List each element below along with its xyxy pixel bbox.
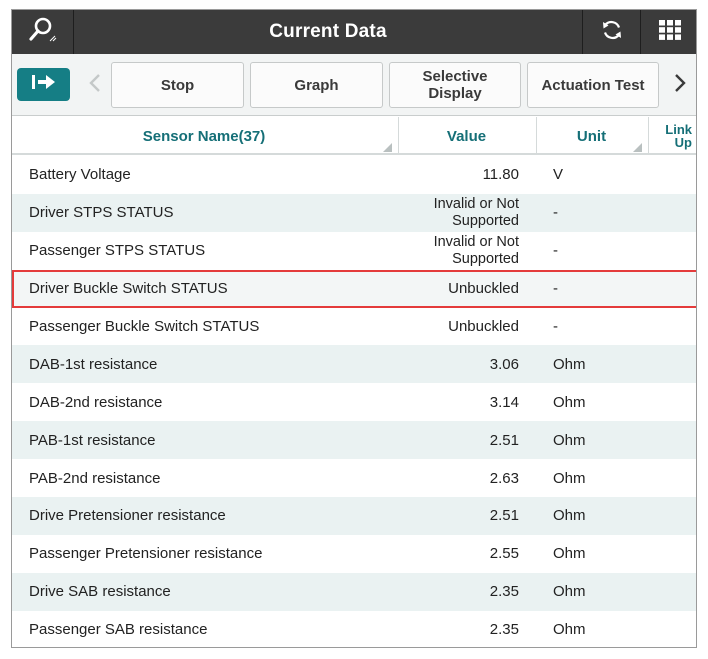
graph-button[interactable]: Graph [250,62,383,108]
table-row[interactable]: Battery Voltage 11.80 V [12,156,696,194]
sensor-value: 3.14 [489,393,519,411]
exit-arrow-icon [31,74,56,95]
sensor-value: 3.06 [489,355,519,373]
sensor-name: Passenger Buckle Switch STATUS [29,318,260,335]
table-row[interactable]: Passenger STPS STATUS Invalid or Not Sup… [12,232,696,270]
sensor-value: Invalid or Not Supported [400,232,519,270]
table-header: Sensor Name(37) Value Unit Link Up [12,117,696,155]
toolbar: Stop Graph Selective Display Actuation T… [12,54,696,116]
sensor-unit: - [553,204,558,222]
table-row[interactable]: Passenger Buckle Switch STATUS Unbuckled… [12,308,696,346]
column-header-unit[interactable]: Unit [536,117,646,155]
grid-menu-button[interactable] [640,10,696,54]
sensor-value: 2.51 [489,431,519,449]
sensor-value: 2.35 [489,583,519,601]
sensor-unit: - [553,242,558,260]
table-row-selected[interactable]: Driver Buckle Switch STATUS Unbuckled - [12,269,696,308]
table-row[interactable]: Passenger Pretensioner resistance 2.55 O… [12,535,696,573]
title-bar: Current Data [12,10,696,54]
sensor-unit: Ohm [553,507,586,525]
sensor-unit: Ohm [553,621,586,639]
sensor-value: Unbuckled [448,280,519,298]
sensor-value-line1: Invalid or Not [433,233,519,250]
sensor-value: Invalid or Not Supported [400,194,519,232]
search-button[interactable] [12,10,74,54]
refresh-icon [600,18,624,47]
column-header-sensor-name[interactable]: Sensor Name(37) [12,117,396,155]
sensor-value: 2.35 [489,621,519,639]
search-icon [28,17,58,48]
page-title: Current Data [269,21,387,42]
sensor-value-line2: Supported [452,212,519,229]
sensor-value: 2.63 [489,469,519,487]
column-header-value[interactable]: Value [398,117,534,155]
table-row[interactable]: Drive SAB resistance 2.35 Ohm [12,572,696,611]
sensor-value: 2.51 [489,507,519,525]
chevron-left-icon [89,73,101,98]
selective-label-line1: Selective [422,68,488,85]
sensor-name: Passenger Pretensioner resistance [29,545,263,563]
sensor-name: Driver Buckle Switch STATUS [29,280,228,298]
sort-indicator-icon [383,143,392,152]
sensor-name: Driver STPS STATUS [29,204,174,222]
sensor-name: Drive Pretensioner resistance [29,507,226,525]
sensor-name: Battery Voltage [29,166,131,184]
sensor-name: PAB-2nd resistance [29,469,161,487]
sensor-name: DAB-2nd resistance [29,393,163,411]
sensor-value: 11.80 [482,166,519,184]
sensor-value: Unbuckled [448,318,519,335]
sensor-unit: Ohm [553,431,586,449]
sensor-value-line2: Supported [452,250,519,267]
sensor-name: Passenger STPS STATUS [29,242,206,260]
sort-indicator-icon [633,143,642,152]
sensor-unit: Ohm [553,545,586,563]
sensor-value-line1: Invalid or Not [433,195,519,212]
stop-button[interactable]: Stop [111,62,244,108]
refresh-button[interactable] [582,10,640,54]
sensor-unit: Ohm [553,469,586,487]
sensor-name: Passenger SAB resistance [29,621,208,639]
table-row[interactable]: Drive Pretensioner resistance 2.51 Ohm [12,497,696,535]
exit-button[interactable] [17,68,70,101]
sensor-unit: - [553,318,558,335]
chevron-right-icon [674,73,686,98]
value-header-label: Value [446,127,487,145]
sensor-name-header-label: Sensor Name(37) [142,127,266,145]
table-row[interactable]: PAB-1st resistance 2.51 Ohm [12,421,696,460]
unit-header-label: Unit [576,127,607,145]
sensor-unit: Ohm [553,393,586,411]
column-header-link-up[interactable]: Link Up [648,117,696,155]
sensor-unit: V [553,166,564,184]
selective-label-line2: Display [428,85,482,102]
table-row[interactable]: DAB-1st resistance 3.06 Ohm [12,345,696,384]
scroll-left-button[interactable] [84,72,106,98]
table-row[interactable]: Driver STPS STATUS Invalid or Not Suppor… [12,193,696,232]
sensor-table-body: Battery Voltage 11.80 V Driver STPS STAT… [12,156,696,647]
link-header-line2: Up [674,135,692,150]
sensor-name: Drive SAB resistance [29,583,171,601]
sensor-unit: Ohm [553,355,586,373]
table-row[interactable]: DAB-2nd resistance 3.14 Ohm [12,383,696,421]
table-row[interactable]: PAB-2nd resistance 2.63 Ohm [12,459,696,497]
sensor-unit: Ohm [553,583,586,601]
sensor-value: 2.55 [489,545,519,563]
grid-menu-icon [658,19,681,45]
scroll-right-button[interactable] [668,72,692,98]
sensor-name: PAB-1st resistance [29,431,156,449]
sensor-unit: - [553,280,558,298]
table-row[interactable]: Passenger SAB resistance 2.35 Ohm [12,611,696,647]
actuation-test-button[interactable]: Actuation Test [527,62,659,108]
current-data-screen: Current Data Stop Graph Selective Displa… [11,9,697,648]
selective-display-button[interactable]: Selective Display [389,62,521,108]
sensor-name: DAB-1st resistance [29,355,158,373]
